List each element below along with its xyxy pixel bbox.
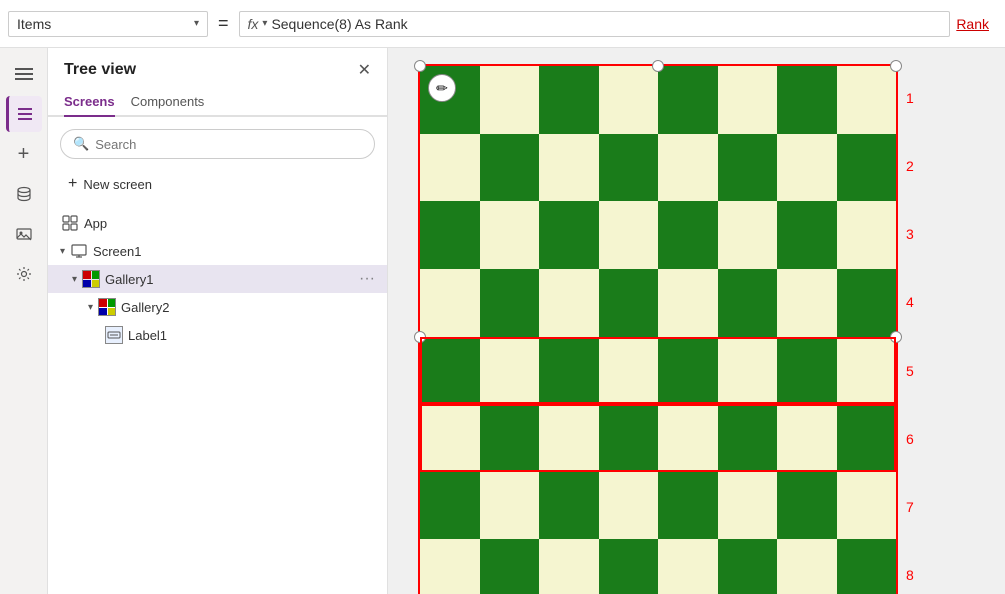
- gallery2-label: Gallery2: [121, 300, 375, 315]
- rank-labels: 1 2 3 4 5 6 7 8: [898, 64, 922, 594]
- rank-label-7: 7: [906, 499, 914, 515]
- handle-top-mid[interactable]: [652, 60, 664, 72]
- hamburger-menu-icon[interactable]: [6, 56, 42, 92]
- tree-item-label1[interactable]: Label1: [48, 321, 387, 349]
- new-screen-label: New screen: [83, 177, 152, 192]
- plus-icon: +: [68, 175, 77, 193]
- rank-label-4: 4: [906, 294, 914, 310]
- app-label: App: [84, 216, 375, 231]
- gallery1-label: Gallery1: [105, 272, 355, 287]
- checkerboard-container: ✏: [418, 64, 898, 594]
- screen1-label: Screen1: [93, 244, 375, 259]
- tab-screens[interactable]: Screens: [64, 88, 115, 117]
- formula-bar[interactable]: fx ▾ Sequence(8) As Rank: [239, 11, 951, 37]
- label1-label: Label1: [128, 328, 375, 343]
- rank-label-2: 2: [906, 158, 914, 174]
- tree-items: App ▾ Screen1 ▾: [48, 205, 387, 594]
- tree-tabs: Screens Components: [48, 88, 387, 117]
- label1-icon: [104, 325, 124, 345]
- main-content: + Tree view ✕ Screens Components 🔍 + New…: [0, 48, 1005, 594]
- tree-item-app[interactable]: App: [48, 209, 387, 237]
- add-icon[interactable]: +: [6, 136, 42, 172]
- fx-chevron-icon: ▾: [262, 18, 267, 29]
- items-dropdown[interactable]: Items ▾: [8, 11, 208, 37]
- data-icon[interactable]: [6, 176, 42, 212]
- handle-top-right[interactable]: [890, 60, 902, 72]
- items-dropdown-text: Items: [17, 16, 186, 32]
- rank-label-1: 1: [906, 90, 914, 106]
- rank-label-6: 6: [906, 431, 914, 447]
- handle-mid-right[interactable]: [890, 331, 902, 343]
- fx-label: fx: [248, 16, 259, 32]
- screen-icon: [69, 241, 89, 261]
- canvas-area[interactable]: ✏ 1 2 3 4 5 6 7 8: [388, 48, 1005, 594]
- gallery2-chevron-icon: ▾: [88, 302, 93, 313]
- media-icon[interactable]: [6, 216, 42, 252]
- tree-title: Tree view: [64, 61, 136, 79]
- tree-item-gallery1[interactable]: ▾ Gallery1 ···: [48, 265, 387, 293]
- search-box: 🔍: [60, 129, 375, 159]
- chevron-down-icon: ▾: [60, 246, 65, 257]
- equals-sign: =: [218, 13, 229, 34]
- rank-label-3: 3: [906, 226, 914, 242]
- dropdown-arrow-icon: ▾: [194, 18, 199, 29]
- app-grid-icon: [60, 213, 80, 233]
- rank-label-5: 5: [906, 363, 914, 379]
- rank-label: Rank: [956, 16, 997, 32]
- close-button[interactable]: ✕: [358, 60, 371, 80]
- search-input[interactable]: [95, 137, 362, 152]
- tree-item-screen1[interactable]: ▾ Screen1: [48, 237, 387, 265]
- gallery1-chevron-icon: ▾: [72, 274, 77, 285]
- handle-mid-left[interactable]: [414, 331, 426, 343]
- tree-header: Tree view ✕: [48, 48, 387, 88]
- gallery1-more-icon[interactable]: ···: [359, 270, 375, 288]
- gallery2-icon: [97, 297, 117, 317]
- settings-icon[interactable]: [6, 256, 42, 292]
- tree-actions: + New screen: [48, 167, 387, 205]
- tree-panel: Tree view ✕ Screens Components 🔍 + New s…: [48, 48, 388, 594]
- tab-components[interactable]: Components: [131, 88, 205, 117]
- icon-rail: +: [0, 48, 48, 594]
- checkerboard: ✏: [418, 64, 898, 594]
- new-screen-button[interactable]: + New screen: [60, 171, 375, 197]
- layers-icon[interactable]: [6, 96, 42, 132]
- tree-item-gallery2[interactable]: ▾ Gallery2: [48, 293, 387, 321]
- top-bar: Items ▾ = fx ▾ Sequence(8) As Rank Rank: [0, 0, 1005, 48]
- search-icon: 🔍: [73, 136, 89, 152]
- gallery1-icon: [81, 269, 101, 289]
- edit-icon[interactable]: ✏: [428, 74, 456, 102]
- formula-text: Sequence(8) As Rank: [271, 16, 941, 32]
- rank-label-8: 8: [906, 567, 914, 583]
- handle-top-left[interactable]: [414, 60, 426, 72]
